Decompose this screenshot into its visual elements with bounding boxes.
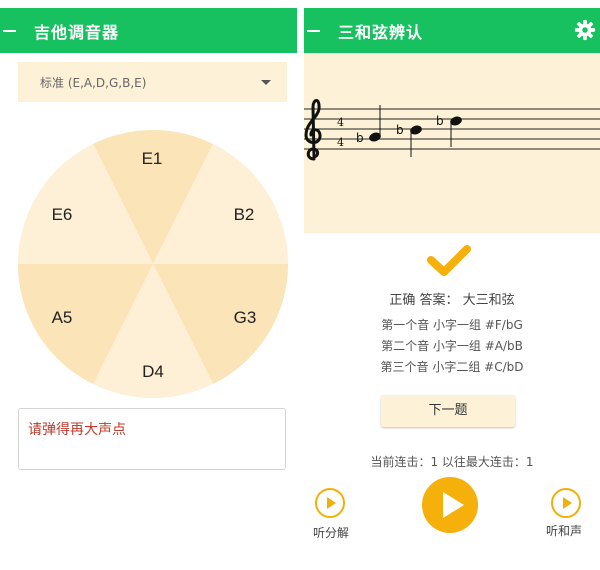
listen-chord-button[interactable] <box>551 488 581 518</box>
tuning-select[interactable]: 标准 (E,A,D,G,B,E) <box>18 62 287 102</box>
music-staff: 4 4 b b b <box>304 99 600 161</box>
play-icon <box>327 497 336 509</box>
streak-text: 当前连击：1 以往最大连击：1 <box>370 455 534 469</box>
staff-panel: 4 4 b b b <box>304 53 600 233</box>
string-wheel: E1 B2 G3 D4 A5 E6 <box>18 130 288 398</box>
note-line-3: 第三个音 小字二组 #C/bD <box>380 360 524 374</box>
listen-chord-label: 听和声 <box>546 524 583 538</box>
listen-arpeggio-button[interactable] <box>315 488 345 518</box>
string-label-a5: A5 <box>52 308 73 327</box>
play-button[interactable] <box>422 477 478 533</box>
chevron-down-icon <box>261 80 271 85</box>
flat-sign-1: b <box>356 131 364 145</box>
tuner-screen: 吉他调音器 标准 (E,A,D,G,B,E) E1 B2 G3 D4 A5 E6… <box>0 0 297 570</box>
string-label-d4: D4 <box>142 362 164 381</box>
answer-line: 正确 答案： 大三和弦 <box>389 293 515 308</box>
listen-arpeggio-label: 听分解 <box>313 526 350 540</box>
time-sig-bottom: 4 <box>337 136 344 149</box>
string-label-e1: E1 <box>142 149 163 168</box>
menu-icon[interactable] <box>307 29 320 32</box>
string-label-e6: E6 <box>52 205 73 224</box>
string-label-g3: G3 <box>234 308 257 327</box>
check-icon <box>427 245 471 276</box>
play-icon <box>563 497 572 509</box>
string-label-b2: B2 <box>234 205 255 224</box>
play-icon <box>443 492 464 518</box>
tuner-title: 吉他调音器 <box>34 22 120 42</box>
note-line-1: 第一个音 小字一组 #F/bG <box>381 318 523 332</box>
triad-title: 三和弦辨认 <box>338 22 424 42</box>
flat-sign-2: b <box>396 123 404 137</box>
menu-icon[interactable] <box>3 29 16 32</box>
triad-app-bar: 三和弦辨认 <box>304 8 600 53</box>
time-sig-top: 4 <box>337 116 344 129</box>
tuner-app-bar: 吉他调音器 <box>0 8 297 53</box>
triad-screen: 三和弦辨认 4 4 b b b 正确 答案： 大三和弦 第一个音 小字一组 #F… <box>304 0 600 570</box>
hint-text: 请弹得再大声点 <box>28 422 126 438</box>
next-question-button[interactable]: 下一题 <box>381 395 515 427</box>
flat-sign-3: b <box>436 114 444 128</box>
tuning-select-value: 标准 (E,A,D,G,B,E) <box>40 75 147 90</box>
hint-panel: 请弹得再大声点 <box>18 408 286 470</box>
gear-icon[interactable] <box>574 19 596 41</box>
note-line-2: 第二个音 小字一组 #A/bB <box>381 339 523 353</box>
